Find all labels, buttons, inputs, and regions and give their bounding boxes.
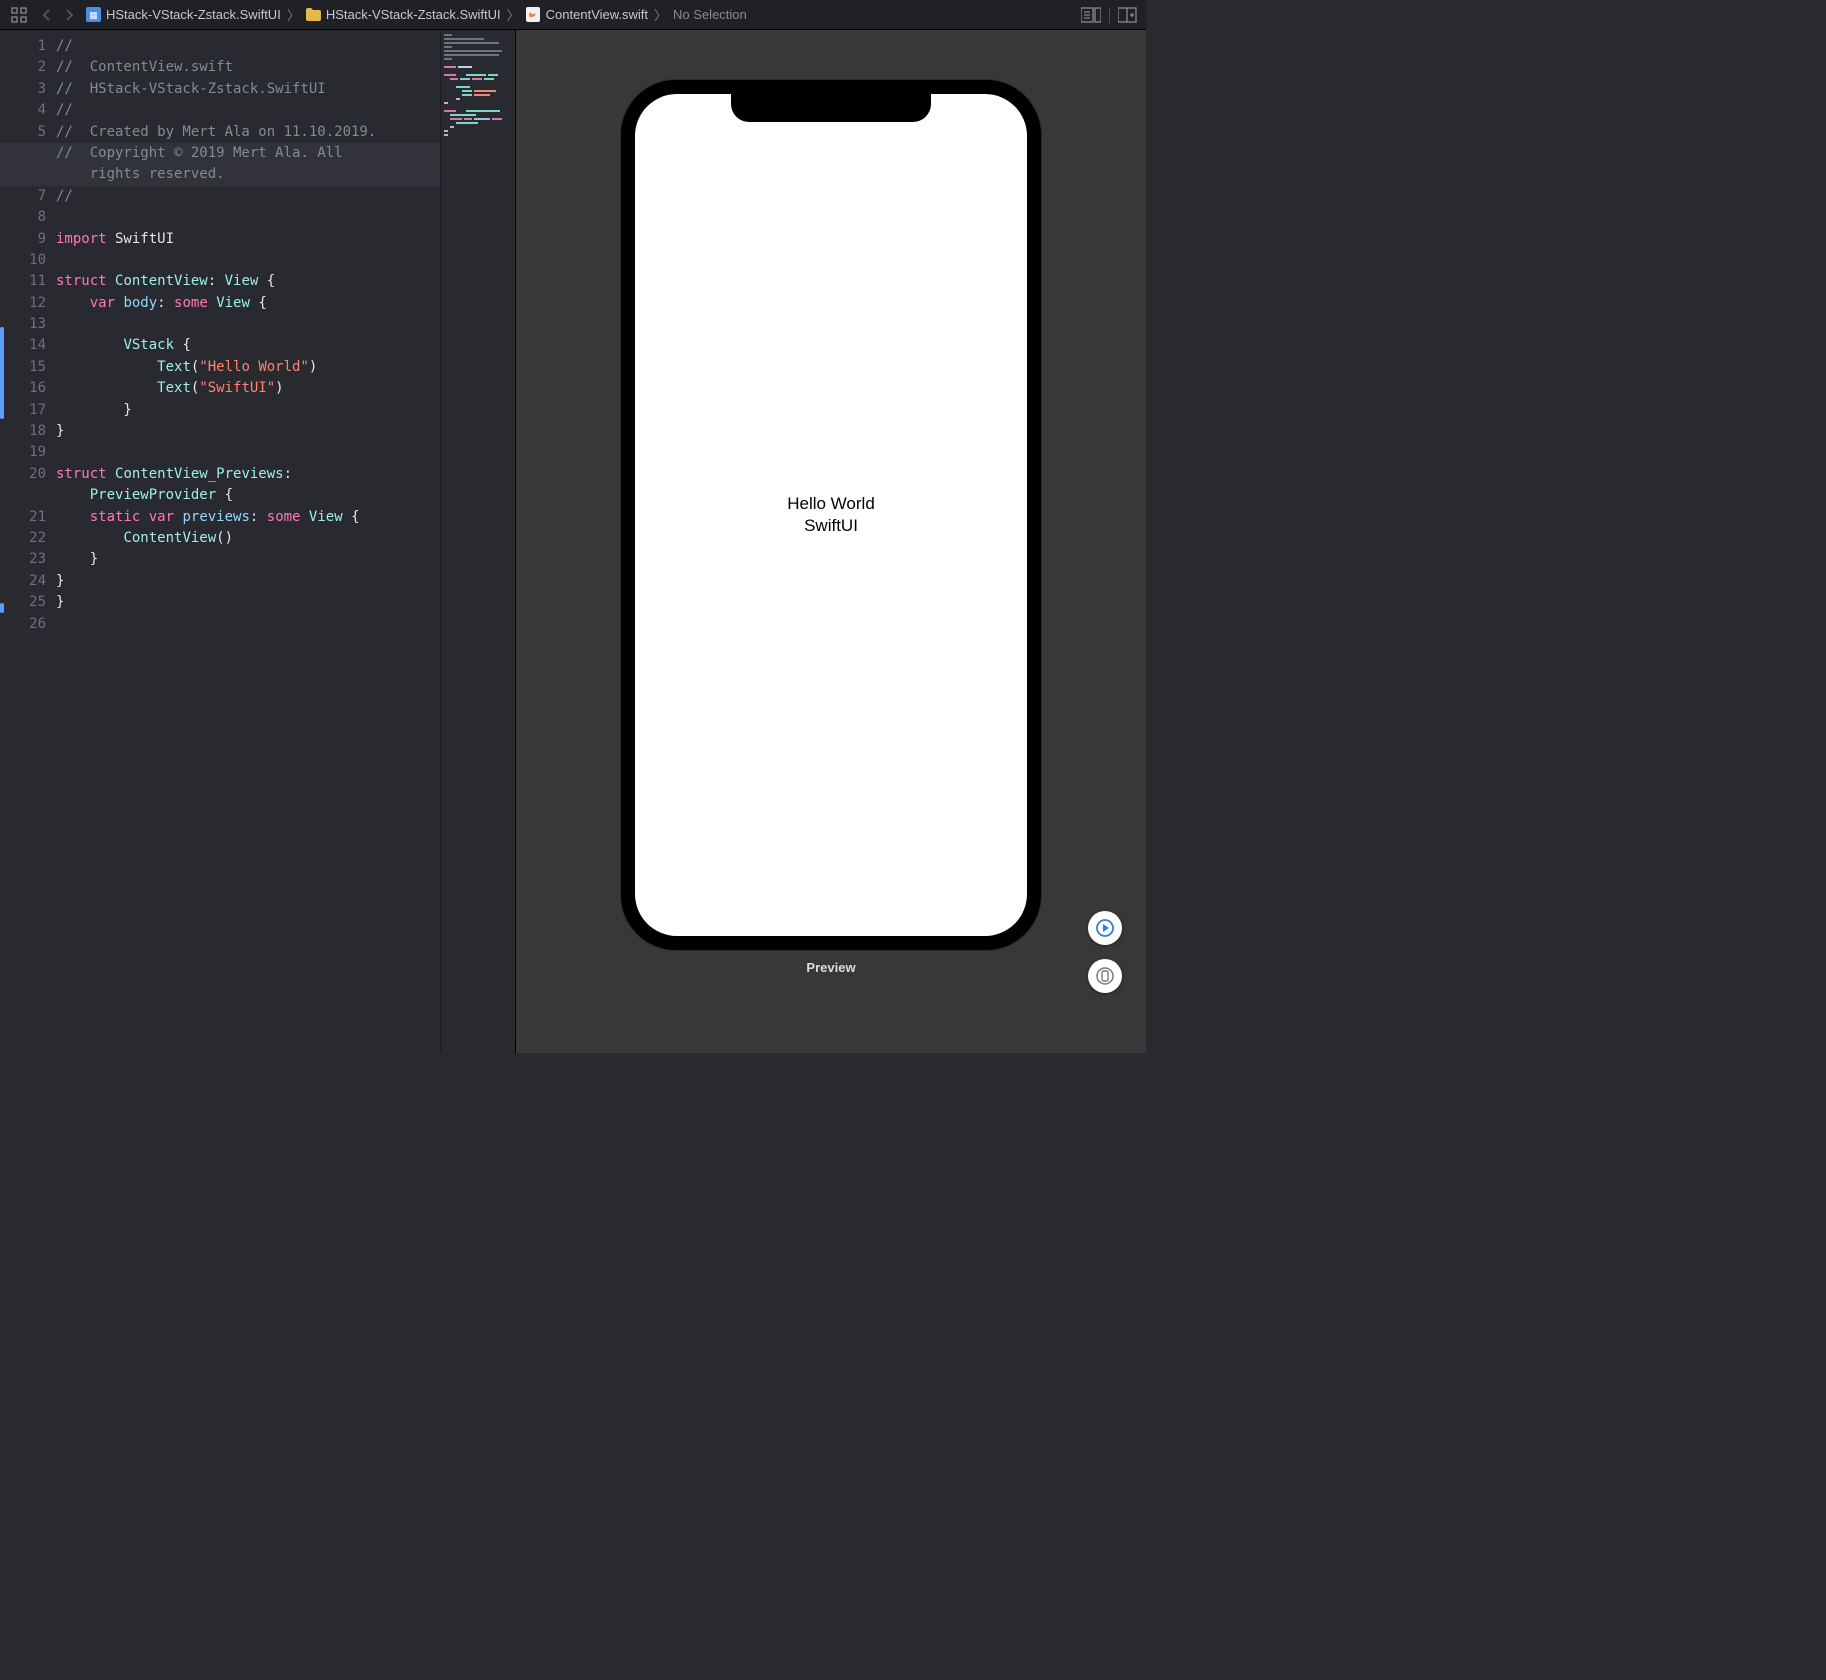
add-editor-button[interactable] [1118,7,1138,23]
go-forward-button[interactable] [58,4,80,26]
folder-icon [306,7,321,22]
go-back-button[interactable] [36,4,58,26]
breadcrumb: ▦ HStack-VStack-Zstack.SwiftUI 〉 HStack-… [86,5,1075,24]
code-area[interactable]: //// ContentView.swift// HStack-VStack-Z… [56,30,440,1053]
breadcrumb-separator: 〉 [505,5,522,24]
project-icon: ▦ [86,7,101,22]
device-notch [731,94,931,122]
breadcrumb-folder[interactable]: HStack-VStack-Zstack.SwiftUI [306,7,501,22]
breadcrumb-folder-label: HStack-VStack-Zstack.SwiftUI [326,7,501,22]
code-editor[interactable]: 1234567891011121314151617181920212223242… [0,30,440,1053]
jump-bar: ▦ HStack-VStack-Zstack.SwiftUI 〉 HStack-… [0,0,1146,30]
swift-file-icon [526,7,541,22]
preview-text-2: SwiftUI [787,515,875,537]
preview-label: Preview [806,960,855,975]
breadcrumb-file-label: ContentView.swift [546,7,648,22]
breadcrumb-separator: 〉 [285,5,302,24]
breadcrumb-file[interactable]: ContentView.swift [526,7,648,22]
preview-canvas[interactable]: Hello World SwiftUI Preview [515,30,1146,1053]
adjust-editor-options-button[interactable] [1081,7,1101,23]
device-screen: Hello World SwiftUI [635,94,1027,936]
minimap[interactable] [440,30,515,1053]
breadcrumb-selection[interactable]: No Selection [673,7,747,22]
preview-text-1: Hello World [787,493,875,515]
related-items-icon[interactable] [8,4,30,26]
breadcrumb-project-label: HStack-VStack-Zstack.SwiftUI [106,7,281,22]
breadcrumb-separator: 〉 [652,5,669,24]
breadcrumb-project[interactable]: ▦ HStack-VStack-Zstack.SwiftUI [86,7,281,22]
device-frame: Hello World SwiftUI [621,80,1041,950]
svg-text:▦: ▦ [89,10,98,20]
preview-on-device-button[interactable] [1088,959,1122,993]
live-preview-button[interactable] [1088,911,1122,945]
